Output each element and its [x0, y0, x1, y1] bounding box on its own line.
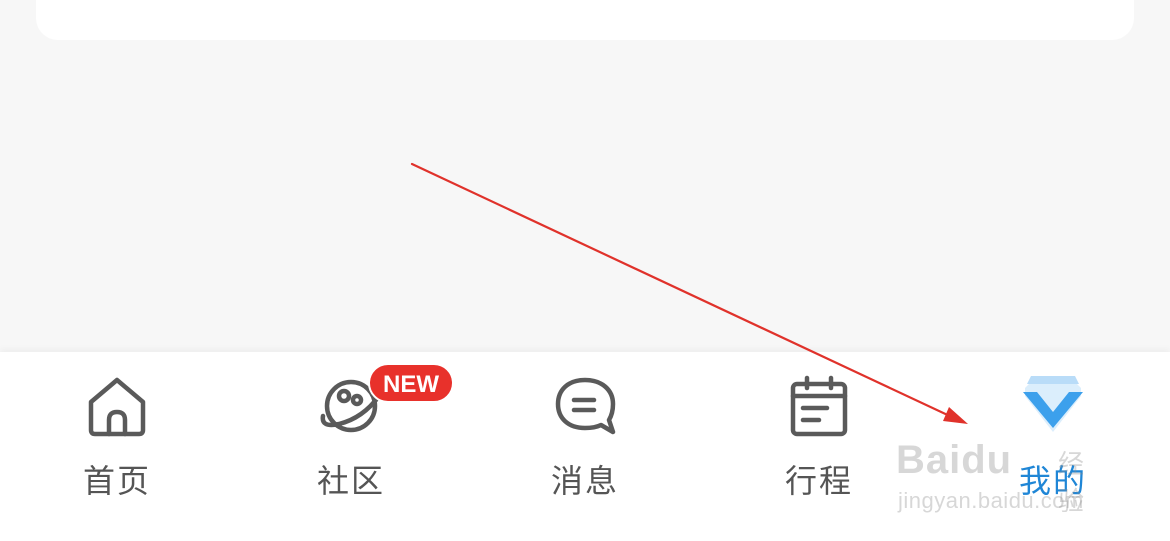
- diamond-v-icon: [1021, 374, 1085, 438]
- bottom-tab-bar: 首页 社区 消息 行程 我的: [0, 352, 1170, 541]
- calendar-icon: [787, 374, 851, 438]
- tab-home[interactable]: 首页: [0, 352, 234, 541]
- message-bubble-icon: [553, 374, 617, 438]
- tab-label-home: 首页: [82, 462, 151, 500]
- new-badge: NEW: [368, 363, 454, 403]
- tab-mine[interactable]: 我的: [936, 352, 1170, 541]
- tab-label-mine: 我的: [1018, 462, 1087, 500]
- content-card: [36, 0, 1134, 40]
- tab-messages[interactable]: 消息: [468, 352, 702, 541]
- home-icon: [85, 374, 149, 438]
- tab-itinerary[interactable]: 行程: [702, 352, 936, 541]
- tab-label-messages: 消息: [550, 462, 619, 500]
- tab-label-itinerary: 行程: [784, 462, 853, 500]
- tab-label-community: 社区: [316, 462, 385, 500]
